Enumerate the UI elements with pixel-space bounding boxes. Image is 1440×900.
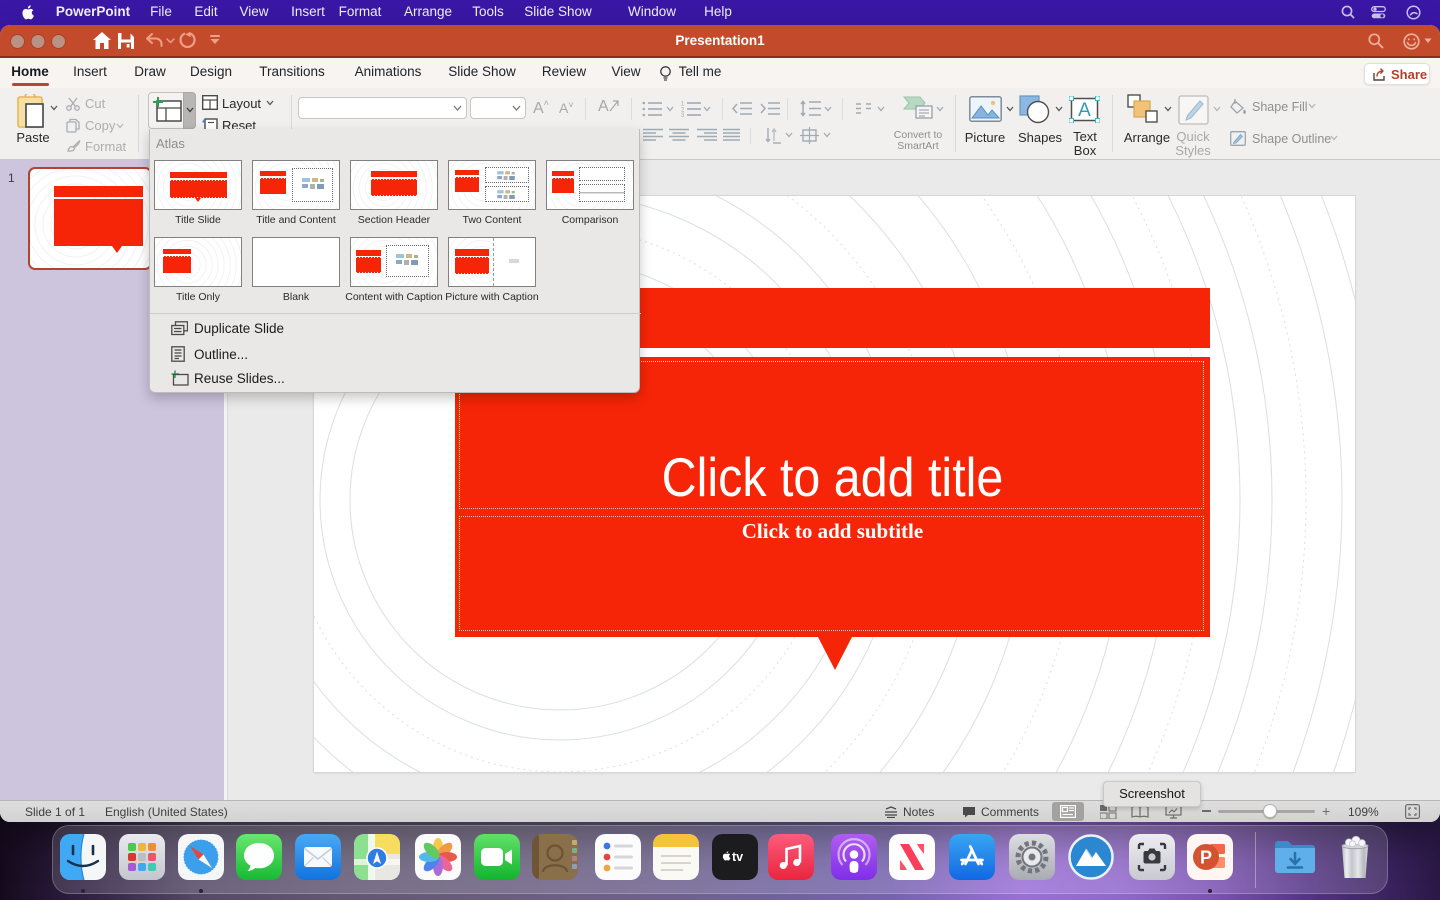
svg-text:P: P bbox=[1200, 848, 1212, 868]
svg-text:3: 3 bbox=[681, 113, 685, 117]
svg-text:A: A bbox=[1078, 100, 1091, 121]
svg-text:tv: tv bbox=[732, 850, 743, 864]
